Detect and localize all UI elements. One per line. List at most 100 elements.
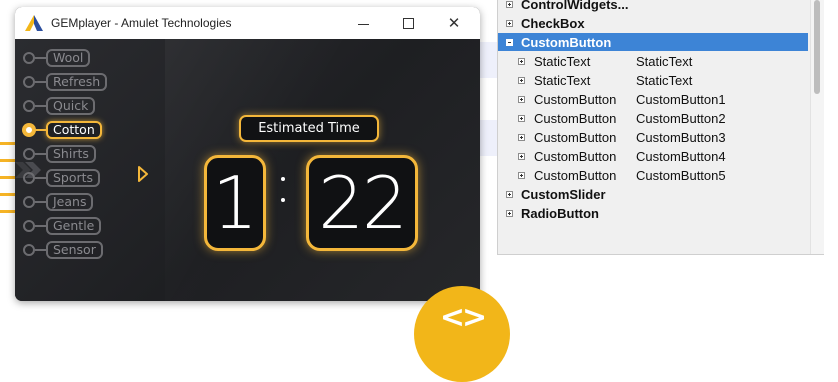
cycle-label: Refresh	[46, 73, 108, 91]
radio-dot-icon	[23, 100, 35, 112]
amulet-logo-icon	[25, 15, 43, 31]
widget-name: StaticText	[636, 72, 693, 88]
expand-icon[interactable]	[518, 152, 525, 160]
title-bar[interactable]: GEMplayer - Amulet Technologies ✕	[15, 7, 480, 39]
cycle-stem	[35, 105, 46, 107]
code-badge: <>	[414, 286, 510, 382]
radio-dot-icon	[23, 52, 35, 64]
radio-dot-icon	[23, 172, 35, 184]
cycle-label: Gentle	[46, 217, 102, 235]
tree-node[interactable]: CustomSlider	[498, 185, 808, 203]
widget-name: CustomButton2	[636, 110, 726, 126]
minimize-icon	[357, 23, 369, 25]
collapse-icon[interactable]	[506, 38, 513, 46]
expand-icon[interactable]	[518, 114, 525, 122]
code-brackets-icon: <>	[439, 300, 487, 335]
cycle-stem	[35, 129, 46, 131]
cycle-stem	[35, 57, 46, 59]
cycle-option-wool[interactable]: Wool	[23, 49, 91, 67]
cycle-option-shirts[interactable]: Shirts	[23, 145, 96, 163]
cycle-label: Wool	[46, 49, 91, 67]
tree-child-node[interactable]: StaticText StaticText	[498, 52, 808, 70]
cycle-label: Sports	[46, 169, 101, 187]
widget-name: CustomButton5	[636, 167, 726, 183]
tree-child-node[interactable]: CustomButton CustomButton5	[498, 166, 808, 184]
cycle-stem	[35, 153, 46, 155]
timer-seconds: 22	[306, 155, 418, 251]
expand-icon[interactable]	[506, 209, 513, 217]
radio-dot-icon	[23, 220, 35, 232]
expand-icon[interactable]	[506, 190, 513, 198]
cycle-option-quick[interactable]: Quick	[23, 97, 96, 115]
minimize-button[interactable]	[342, 7, 384, 39]
cycle-stem	[35, 225, 46, 227]
tree-node-label: CustomSlider	[521, 186, 606, 202]
cycle-label: Cotton	[46, 121, 102, 139]
widget-name: CustomButton3	[636, 129, 726, 145]
cycle-label: Shirts	[46, 145, 96, 163]
tree-child-node[interactable]: CustomButton CustomButton1	[498, 90, 808, 108]
tree-scrollbar[interactable]	[810, 0, 824, 254]
gemplayer-window: GEMplayer - Amulet Technologies ✕ Wool Re…	[15, 7, 480, 301]
cycle-option-refresh[interactable]: Refresh	[23, 73, 108, 91]
selected-arrow-icon	[138, 166, 148, 182]
scrollbar-thumb[interactable]	[814, 0, 820, 94]
expand-icon[interactable]	[518, 57, 525, 65]
tree-child-node[interactable]: CustomButton CustomButton3	[498, 128, 808, 146]
close-icon: ✕	[447, 14, 461, 32]
tree-node-label: RadioButton	[521, 205, 599, 221]
cycle-label: Quick	[46, 97, 96, 115]
maximize-button[interactable]	[387, 7, 429, 39]
expand-icon[interactable]	[518, 171, 525, 179]
radio-dot-icon	[23, 196, 35, 208]
expand-icon[interactable]	[506, 19, 513, 27]
cycle-option-gentle[interactable]: Gentle	[23, 217, 102, 235]
widget-type: CustomButton	[534, 129, 617, 145]
tree-node[interactable]: CheckBox	[498, 14, 808, 32]
estimated-time-label: Estimated Time	[239, 115, 379, 142]
cycle-option-sensor[interactable]: Sensor	[23, 241, 103, 259]
widget-type: StaticText	[534, 53, 591, 69]
widget-type: CustomButton	[534, 110, 617, 126]
cycle-option-cotton[interactable]: Cotton	[23, 121, 102, 139]
washer-screen: Wool Refresh Quick Cotton Shirts Sports Jeans G…	[15, 39, 480, 301]
tree-node-label: CheckBox	[521, 15, 585, 31]
widget-name: CustomButton1	[636, 91, 726, 107]
widget-type: StaticText	[534, 72, 591, 88]
cycle-stem	[35, 249, 46, 251]
expand-icon[interactable]	[518, 133, 525, 141]
expand-icon[interactable]	[518, 95, 525, 103]
tree-node[interactable]: RadioButton	[498, 204, 808, 222]
widget-type: CustomButton	[534, 148, 617, 164]
window-title: GEMplayer - Amulet Technologies	[51, 16, 232, 30]
cycle-stem	[35, 81, 46, 83]
close-button[interactable]: ✕	[433, 7, 475, 39]
widget-name: CustomButton4	[636, 148, 726, 164]
maximize-icon	[402, 17, 414, 29]
tree-node-label: ControlWidgets...	[521, 0, 629, 12]
cycle-label: Jeans	[46, 193, 94, 211]
widget-tree-panel: ControlWidgets... CheckBox CustomButton Sta…	[497, 0, 824, 255]
cycle-option-sports[interactable]: Sports	[23, 169, 101, 187]
timer-minutes: 1	[204, 155, 266, 251]
tree-child-node[interactable]: CustomButton CustomButton4	[498, 147, 808, 165]
expand-icon[interactable]	[518, 76, 525, 84]
tree-child-node[interactable]: CustomButton CustomButton2	[498, 109, 808, 127]
cycle-option-jeans[interactable]: Jeans	[23, 193, 94, 211]
tree-node[interactable]: ControlWidgets...	[498, 0, 808, 13]
cycle-stem	[35, 201, 46, 203]
tree-node[interactable]: CustomButton	[498, 33, 808, 51]
tree-node-label: CustomButton	[521, 34, 612, 50]
tree-child-node[interactable]: StaticText StaticText	[498, 71, 808, 89]
radio-dot-icon	[23, 244, 35, 256]
cycle-label: Sensor	[46, 241, 103, 259]
widget-name: StaticText	[636, 53, 693, 69]
widget-type: CustomButton	[534, 167, 617, 183]
radio-dot-icon	[23, 124, 35, 136]
timer-colon	[281, 177, 286, 219]
widget-type: CustomButton	[534, 91, 617, 107]
expand-icon[interactable]	[506, 0, 513, 8]
radio-dot-icon	[23, 76, 35, 88]
radio-dot-icon	[23, 148, 35, 160]
cycle-stem	[35, 177, 46, 179]
